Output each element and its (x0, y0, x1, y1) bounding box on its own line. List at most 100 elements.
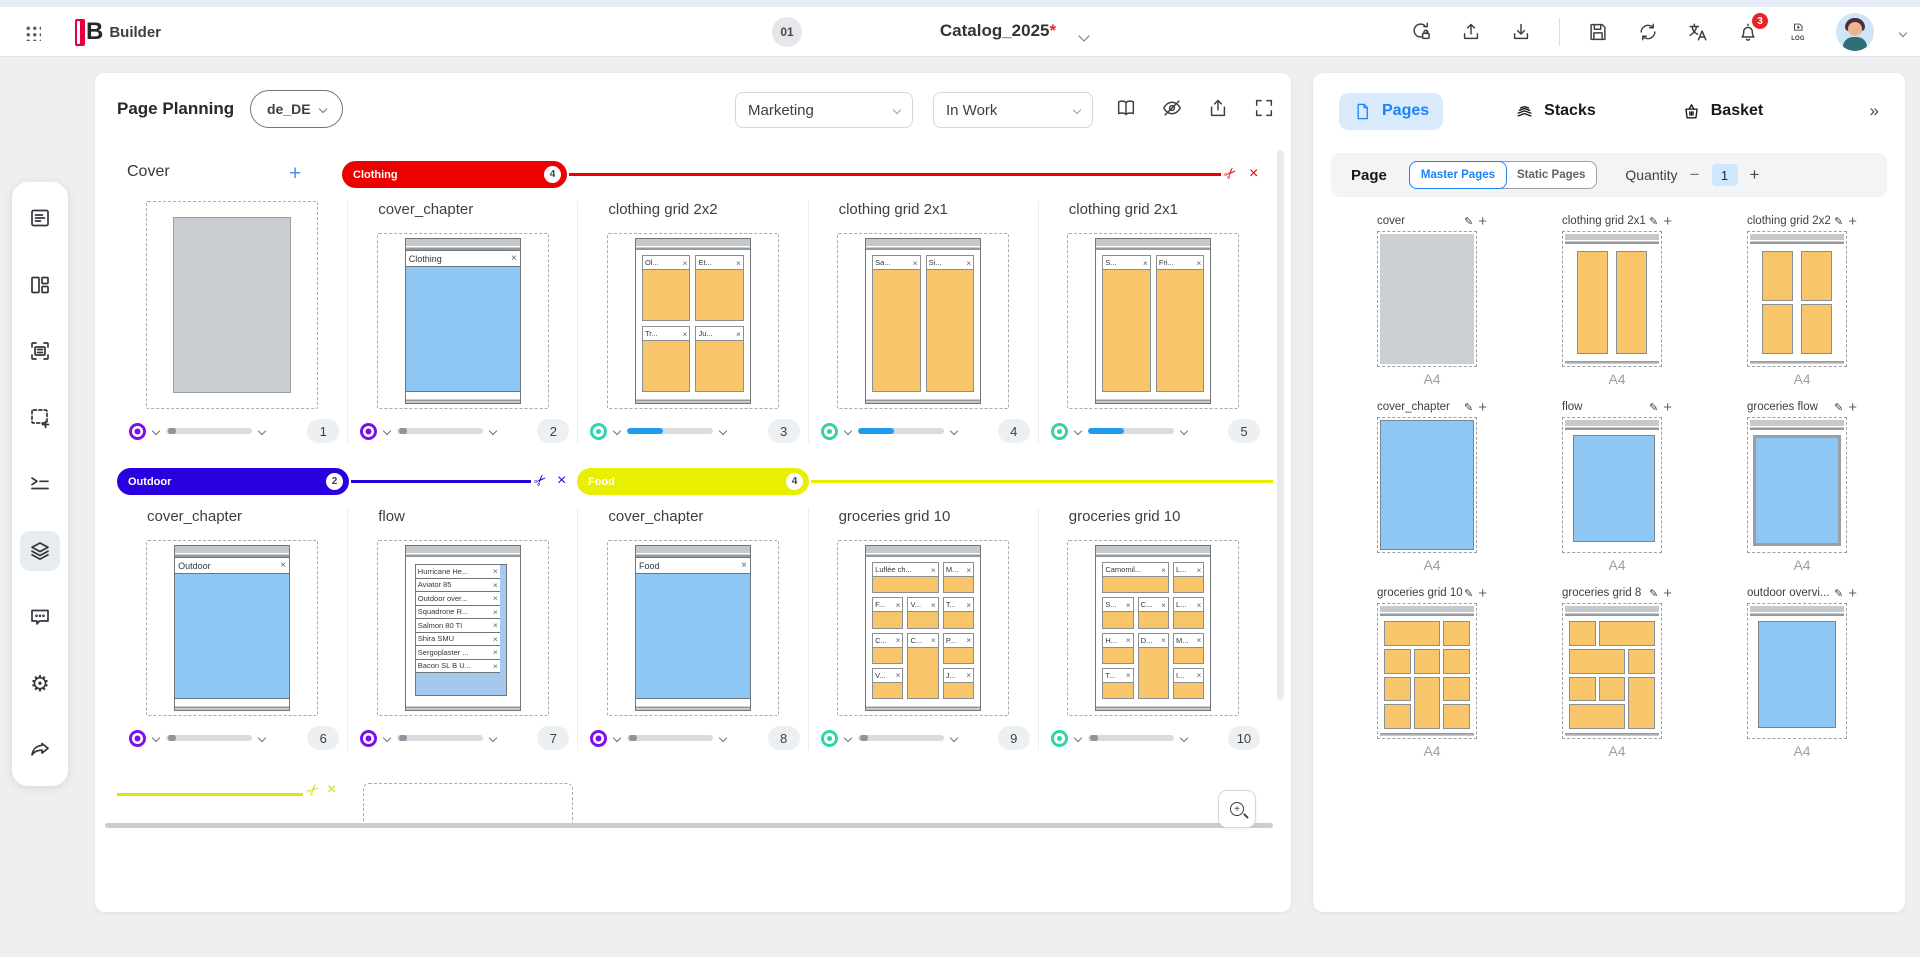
remove-product-icon[interactable]: × (1143, 258, 1148, 268)
footer-chevron-icon[interactable] (613, 734, 621, 742)
product-slot[interactable]: Tr...× (642, 326, 691, 392)
quantity-increase-button[interactable]: + (1750, 165, 1760, 185)
zoom-button[interactable]: + (1218, 790, 1256, 828)
edit-pencil-icon[interactable]: ✎ (1649, 401, 1658, 414)
product-slot[interactable]: Luflée ch...× (872, 562, 939, 593)
fullscreen-icon[interactable] (1251, 95, 1277, 121)
footer-chevron-icon[interactable] (489, 427, 497, 435)
page-thumbnail[interactable]: S...×Fri...× (1095, 238, 1211, 404)
sidebar-item-share[interactable] (20, 730, 60, 770)
product-slot[interactable]: D...× (1138, 633, 1169, 700)
master-page-thumbnail[interactable] (1747, 417, 1847, 553)
page-number-badge[interactable]: 9 (998, 726, 1030, 750)
edit-pencil-icon[interactable]: ✎ (1834, 401, 1843, 414)
footer-chevron-icon[interactable] (258, 427, 266, 435)
sidebar-item-scan-frame[interactable] (20, 331, 60, 371)
master-page-thumbnail[interactable] (1377, 417, 1477, 553)
status-select[interactable]: In Work (933, 92, 1093, 128)
canvas-horizontal-scrollbar[interactable] (105, 823, 1273, 828)
upload-icon[interactable] (1459, 20, 1483, 44)
sidebar-item-comments[interactable] (20, 597, 60, 637)
remove-product-icon[interactable]: × (931, 635, 936, 645)
remove-product-icon[interactable]: × (966, 635, 971, 645)
product-slot[interactable]: Ju...× (695, 326, 744, 392)
remove-product-icon[interactable]: × (1196, 670, 1201, 680)
sidebar-item-indent-list[interactable] (20, 464, 60, 504)
remove-product-icon[interactable]: × (683, 258, 688, 268)
page-number-badge[interactable]: 3 (768, 419, 800, 443)
footer-chevron-icon[interactable] (719, 734, 727, 742)
tab-pages[interactable]: Pages (1339, 93, 1443, 130)
flow-list-item[interactable]: Outdoor over...× (416, 592, 500, 606)
product-slot[interactable]: M...× (1173, 633, 1204, 664)
chapter-food-scissors-icon[interactable]: ✂ (302, 779, 324, 801)
chapter-food-delete-icon[interactable]: × (327, 781, 336, 799)
document-dropdown-chevron-icon[interactable] (1080, 27, 1088, 45)
page-number-badge[interactable]: 5 (1228, 419, 1260, 443)
sidebar-item-add-selection[interactable] (20, 398, 60, 438)
user-avatar[interactable] (1836, 13, 1874, 51)
page-card-slot[interactable]: Outdoor× (146, 540, 318, 716)
page-status-icon[interactable] (360, 730, 377, 747)
product-slot[interactable]: Et...× (695, 255, 744, 321)
product-slot[interactable]: F...× (872, 597, 903, 628)
master-page-thumbnail[interactable] (1747, 603, 1847, 739)
remove-product-icon[interactable]: × (493, 566, 498, 576)
flow-list-item[interactable]: Squadrone R...× (416, 606, 500, 620)
footer-chevron-icon[interactable] (489, 734, 497, 742)
page-thumbnail[interactable]: Food× (635, 545, 751, 711)
chapter-outdoor-scissors-icon[interactable]: ✂ (529, 469, 553, 493)
footer-chevron-icon[interactable] (1180, 734, 1188, 742)
product-slot[interactable]: C...× (872, 633, 903, 664)
page-thumbnail[interactable]: Luflée ch...×M...×F...×V...×T...×C...×C.… (865, 545, 981, 711)
page-status-icon[interactable] (590, 730, 607, 747)
sync-icon[interactable] (1636, 20, 1660, 44)
page-number-badge[interactable]: 1 (307, 419, 339, 443)
remove-product-icon[interactable]: × (1161, 600, 1166, 610)
add-master-page-icon[interactable]: + (1663, 586, 1672, 601)
product-slot[interactable]: J...× (943, 668, 974, 699)
sidebar-item-settings-gear[interactable]: ⚙ (20, 664, 60, 704)
product-slot[interactable]: M...× (943, 562, 974, 593)
page-status-icon[interactable] (129, 423, 146, 440)
remove-product-icon[interactable]: × (1196, 565, 1201, 575)
page-thumbnail[interactable]: Sa...×Si...× (865, 238, 981, 404)
edit-pencil-icon[interactable]: ✎ (1834, 215, 1843, 228)
canvas-vertical-scrollbar[interactable] (1277, 150, 1284, 700)
remove-product-icon[interactable]: × (1126, 600, 1131, 610)
edit-pencil-icon[interactable]: ✎ (1464, 401, 1473, 414)
page-status-icon[interactable] (590, 423, 607, 440)
chapter-cover-add-page-button[interactable]: + (289, 163, 301, 184)
master-page-thumbnail[interactable] (1562, 231, 1662, 367)
chapter-pill-clothing[interactable]: Clothing 4 (342, 161, 567, 188)
book-view-icon[interactable] (1113, 95, 1139, 121)
add-master-page-icon[interactable]: + (1663, 400, 1672, 415)
remove-product-icon[interactable]: × (493, 620, 498, 630)
footer-chevron-icon[interactable] (949, 427, 957, 435)
collapse-panel-icon[interactable]: » (1870, 101, 1879, 121)
save-icon[interactable] (1586, 20, 1610, 44)
product-slot[interactable]: S...× (1102, 255, 1151, 392)
page-card-slot[interactable] (146, 201, 318, 409)
product-slot[interactable]: Fri...× (1156, 255, 1205, 392)
toggle-master-pages[interactable]: Master Pages (1409, 161, 1507, 189)
remove-product-icon[interactable]: × (736, 258, 741, 268)
add-master-page-icon[interactable]: + (1478, 400, 1487, 415)
remove-product-icon[interactable]: × (493, 607, 498, 617)
master-page-thumbnail[interactable] (1377, 603, 1477, 739)
remove-product-icon[interactable]: × (493, 647, 498, 657)
translate-icon[interactable] (1686, 20, 1710, 44)
tab-basket[interactable]: Basket (1668, 93, 1777, 130)
sidebar-item-document[interactable] (20, 198, 60, 238)
footer-chevron-icon[interactable] (843, 734, 851, 742)
master-page-thumbnail[interactable] (1562, 417, 1662, 553)
remove-product-icon[interactable]: × (493, 580, 498, 590)
page-card-slot[interactable]: Camomil...×L...×S...×C...×L...×H...×D...… (1067, 540, 1239, 716)
remove-product-icon[interactable]: × (1161, 565, 1166, 575)
page-thumbnail[interactable]: Camomil...×L...×S...×C...×L...×H...×D...… (1095, 545, 1211, 711)
product-slot[interactable]: Ol...× (642, 255, 691, 321)
profile-chevron-icon[interactable] (1900, 23, 1906, 41)
remove-product-icon[interactable]: × (683, 329, 688, 339)
page-status-icon[interactable] (1051, 423, 1068, 440)
remove-product-icon[interactable]: × (1196, 600, 1201, 610)
